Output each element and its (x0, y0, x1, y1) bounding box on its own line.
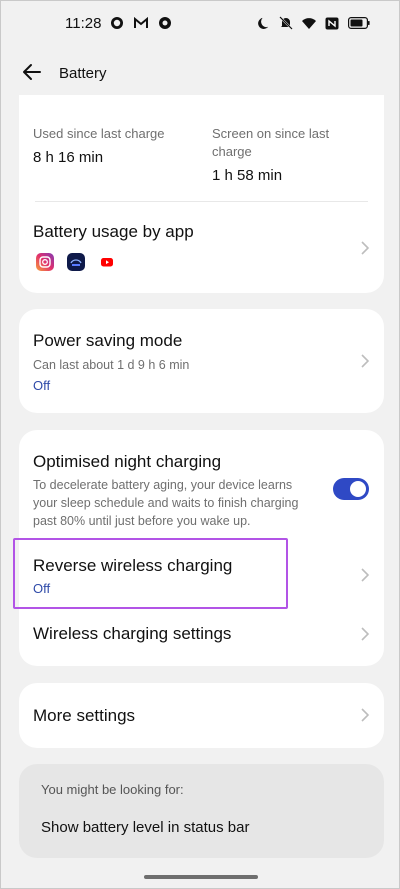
wifi-icon (301, 15, 317, 31)
battery-usage-by-app-row[interactable]: Battery usage by app (19, 202, 384, 293)
youtube-icon (98, 253, 116, 271)
status-time: 11:28 (65, 15, 102, 32)
record-icon (157, 15, 173, 31)
status-bar: 11:28 (1, 1, 399, 47)
arrow-left-icon (23, 64, 41, 80)
chevron-right-icon (360, 627, 370, 641)
usage-card: Used since last charge 8 h 16 min Screen… (19, 95, 384, 293)
night-charging-title: Optimised night charging (33, 452, 222, 471)
gmail-icon (133, 15, 149, 31)
home-indicator[interactable] (144, 875, 258, 879)
chevron-right-icon (360, 354, 370, 368)
whatsapp-icon (109, 15, 125, 31)
chevron-right-icon (360, 568, 370, 582)
suggestion-link[interactable]: Show battery level in status bar (41, 819, 249, 836)
night-charging-desc-1: To decelerate battery aging, your device… (33, 478, 293, 492)
chevron-right-icon (360, 241, 370, 255)
battery-icon (347, 15, 371, 31)
screen-on-label-1: Screen on since last (212, 126, 330, 141)
screen-on-value: 1 h 58 min (212, 167, 283, 184)
power-saving-title: Power saving mode (33, 331, 183, 350)
page-title: Battery (59, 65, 107, 82)
optimised-night-charging-row: Optimised night charging To decelerate b… (19, 430, 384, 534)
more-settings-row[interactable]: More settings (19, 683, 384, 748)
night-charging-desc-3: past 80% until just before you wake up. (33, 514, 251, 528)
power-saving-status: Off (33, 378, 51, 393)
screen-on-label-2: charge (212, 144, 252, 159)
more-settings-title: More settings (33, 706, 136, 725)
highlight-box (13, 538, 288, 609)
nfc-icon (324, 15, 340, 31)
instagram-icon (36, 253, 54, 271)
wireless-settings-title: Wireless charging settings (33, 624, 232, 643)
used-since-label: Used since last charge (33, 126, 165, 141)
disney-hotstar-icon (67, 253, 85, 271)
battery-usage-title: Battery usage by app (33, 222, 194, 241)
power-saving-subtitle: Can last about 1 d 9 h 6 min (33, 358, 190, 372)
moon-icon (255, 15, 271, 31)
wireless-charging-settings-row[interactable]: Wireless charging settings (19, 612, 384, 666)
night-charging-desc-2: your sleep schedule and waits to finish … (33, 496, 299, 510)
suggestions-label: You might be looking for: (41, 782, 184, 797)
toggle-knob (350, 481, 366, 497)
chevron-right-icon (360, 708, 370, 722)
used-since-value: 8 h 16 min (33, 149, 104, 166)
back-button[interactable] (21, 61, 47, 85)
app-header: Battery (1, 49, 399, 97)
mute-bell-icon (278, 15, 294, 31)
suggestions-card: You might be looking for: Show battery l… (19, 764, 384, 858)
night-charging-toggle[interactable] (333, 478, 369, 500)
power-saving-mode-row[interactable]: Power saving mode Can last about 1 d 9 h… (19, 309, 384, 413)
